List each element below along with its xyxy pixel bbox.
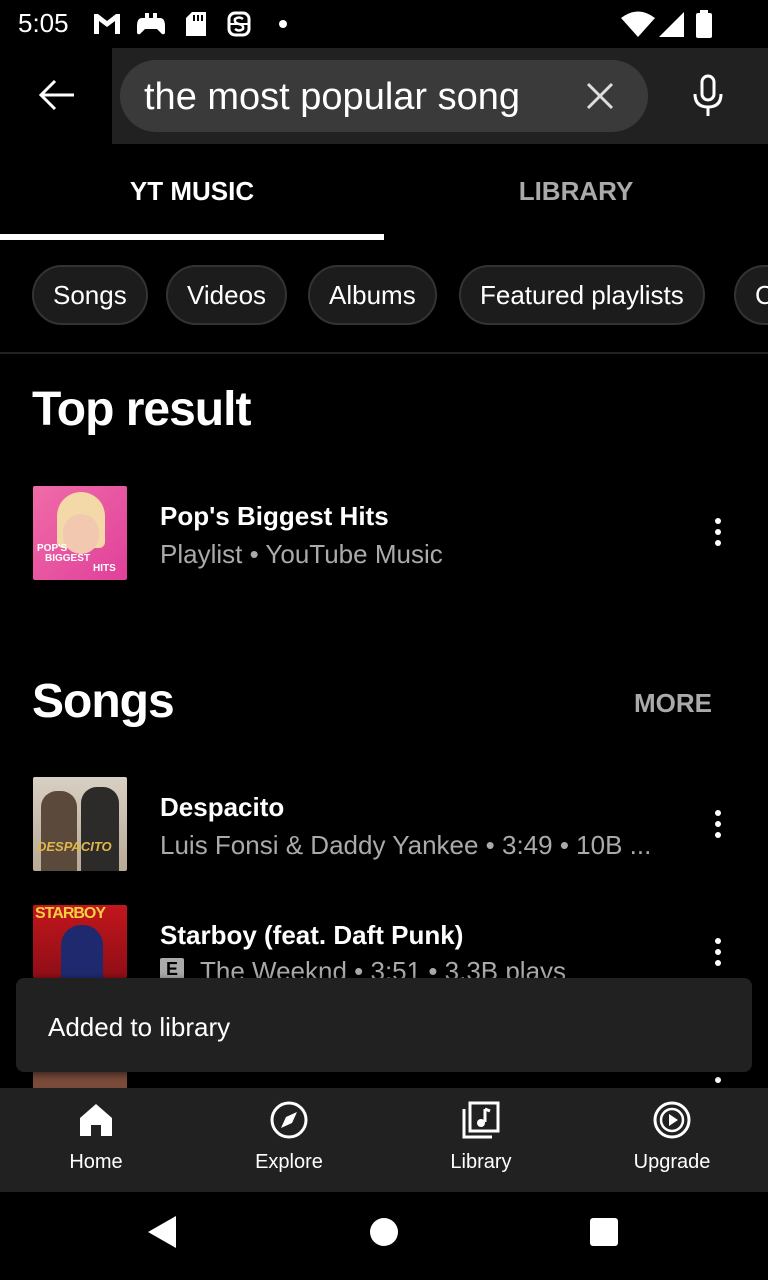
top-result-title[interactable]: Pop's Biggest Hits [160, 501, 389, 532]
thumbnail-figure [61, 925, 103, 978]
thumbnail-figure [41, 791, 77, 871]
chip-albums[interactable]: Albums [308, 265, 437, 325]
nav-explore-label: Explore [255, 1151, 323, 1173]
cell-signal-icon [659, 12, 684, 37]
chip-songs[interactable]: Songs [32, 265, 148, 325]
chip-videos[interactable]: Videos [166, 265, 288, 325]
thumbnail-text: STARBOY [35, 905, 106, 922]
more-options-icon[interactable] [706, 806, 730, 842]
thumbnail-text: POP'S BIGGEST HITS [37, 543, 116, 574]
song-thumbnail-starboy[interactable]: STARBOY [33, 905, 127, 978]
nav-library-label: Library [450, 1151, 512, 1173]
library-icon [462, 1101, 500, 1139]
nav-library[interactable]: Library [416, 1100, 546, 1174]
compass-icon [270, 1101, 308, 1139]
status-time: 5:05 [18, 8, 69, 38]
nav-home[interactable]: Home [31, 1100, 161, 1174]
more-options-icon[interactable] [706, 1072, 730, 1088]
tab-library[interactable]: LIBRARY [384, 176, 768, 207]
more-options-icon[interactable] [706, 514, 730, 550]
app-notification-icon [227, 11, 251, 37]
clear-search-icon[interactable] [580, 76, 620, 116]
top-result-thumbnail[interactable]: POP'S BIGGEST HITS [33, 486, 127, 580]
gmail-icon [94, 14, 120, 34]
wifi-icon [621, 11, 655, 37]
more-button[interactable]: MORE [634, 688, 712, 719]
song-subtitle-despacito: Luis Fonsi & Daddy Yankee • 3:49 • 10B .… [160, 830, 652, 860]
nav-upgrade[interactable]: Upgrade [607, 1100, 737, 1174]
microphone-icon[interactable] [688, 74, 728, 118]
song-thumbnail-partial [33, 1072, 127, 1088]
chip-featured-playlists[interactable]: Featured playlists [459, 265, 705, 325]
home-icon [80, 1104, 112, 1136]
battery-icon [696, 10, 712, 38]
divider [0, 352, 768, 354]
songs-heading: Songs [32, 675, 175, 728]
more-options-icon[interactable] [706, 934, 730, 970]
explicit-badge: E [160, 958, 184, 980]
chip-community-playlists[interactable]: C [734, 265, 768, 325]
upgrade-icon [653, 1101, 691, 1139]
system-back-icon[interactable] [146, 1214, 178, 1250]
active-tab-indicator [0, 234, 384, 240]
snackbar-message: Added to library [48, 1012, 231, 1042]
more-notifications-dot-icon [279, 20, 287, 28]
nav-home-label: Home [69, 1151, 123, 1173]
thumbnail-figure [81, 787, 119, 871]
song-title-despacito[interactable]: Despacito [160, 792, 284, 823]
status-bar: 5:05 [0, 0, 768, 48]
song-title-starboy[interactable]: Starboy (feat. Daft Punk) [160, 920, 463, 951]
tab-yt-music[interactable]: YT MUSIC [0, 176, 384, 207]
sd-card-icon [186, 12, 206, 36]
system-recents-icon[interactable] [588, 1216, 620, 1248]
top-result-subtitle: Playlist • YouTube Music [160, 539, 443, 569]
nav-explore[interactable]: Explore [224, 1100, 354, 1174]
top-result-heading: Top result [32, 383, 251, 436]
system-home-icon[interactable] [368, 1216, 400, 1248]
thumbnail-text: DESPACITO [37, 839, 112, 854]
game-controller-icon [137, 13, 165, 35]
nav-upgrade-label: Upgrade [633, 1151, 711, 1173]
search-query-text[interactable]: the most popular song [144, 76, 520, 119]
song-thumbnail-despacito[interactable]: DESPACITO [33, 777, 127, 871]
back-arrow-icon[interactable] [36, 74, 78, 116]
